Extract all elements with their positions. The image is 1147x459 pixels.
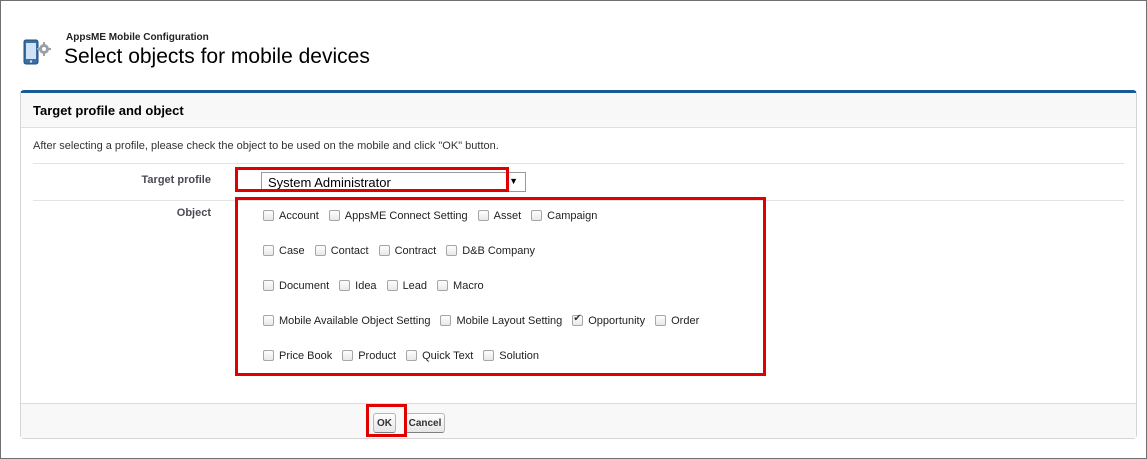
checkbox-icon[interactable] xyxy=(483,349,495,361)
object-row-4: Mobile Available Object Setting Mobile L… xyxy=(263,313,709,329)
checkbox-icon[interactable] xyxy=(386,279,398,291)
checkbox-icon[interactable] xyxy=(263,209,274,221)
checkbox-icon[interactable] xyxy=(328,209,340,221)
object-checkbox-campaign[interactable]: Campaign xyxy=(531,209,597,222)
mobile-device-icon xyxy=(23,39,51,65)
object-checkbox-lead[interactable]: Lead xyxy=(386,279,427,292)
object-checkbox-order[interactable]: Order xyxy=(655,314,699,327)
checkbox-icon[interactable] xyxy=(531,209,543,221)
checkbox-icon[interactable] xyxy=(342,349,354,361)
panel-title: Target profile and object xyxy=(33,103,184,118)
object-checkbox-quick-text[interactable]: Quick Text xyxy=(406,349,473,362)
object-checkbox-solution[interactable]: Solution xyxy=(483,349,539,362)
object-row-2: Case Contact Contract D&B Company xyxy=(263,243,545,259)
object-checkbox-asset[interactable]: Asset xyxy=(477,209,521,222)
target-profile-value: System Administrator xyxy=(268,175,391,190)
page-subtitle: AppsME Mobile Configuration xyxy=(66,32,209,43)
divider xyxy=(33,163,1124,164)
object-checkbox-macro[interactable]: Macro xyxy=(437,279,484,292)
object-checkbox-db-company[interactable]: D&B Company xyxy=(446,244,535,257)
object-row-1: Account AppsME Connect Setting Asset Cam… xyxy=(263,208,607,224)
checkbox-icon[interactable] xyxy=(263,349,274,361)
object-checkbox-contract[interactable]: Contract xyxy=(378,244,436,257)
object-label: Object xyxy=(176,207,211,219)
object-checkbox-contact[interactable]: Contact xyxy=(314,244,369,257)
checkbox-icon[interactable] xyxy=(263,314,274,326)
object-checkbox-opportunity[interactable]: Opportunity xyxy=(572,313,645,327)
object-checkbox-mobile-layout-setting[interactable]: Mobile Layout Setting xyxy=(440,314,562,327)
checkbox-icon[interactable] xyxy=(378,244,390,256)
checkbox-icon[interactable] xyxy=(440,314,452,326)
panel-header: Target profile and object xyxy=(21,93,1136,128)
checkbox-checked-icon[interactable] xyxy=(572,313,584,326)
panel-footer: OK Cancel xyxy=(21,403,1136,438)
object-checkbox-case[interactable]: Case xyxy=(263,244,305,257)
checkbox-icon[interactable] xyxy=(655,314,667,326)
checkbox-icon[interactable] xyxy=(437,279,449,291)
object-checkbox-product[interactable]: Product xyxy=(342,349,396,362)
target-profile-label: Target profile xyxy=(141,174,211,186)
instruction-text: After selecting a profile, please check … xyxy=(33,140,499,152)
object-checkbox-document[interactable]: Document xyxy=(263,279,329,292)
object-checkbox-mobile-available-object-setting[interactable]: Mobile Available Object Setting xyxy=(263,314,430,327)
checkbox-icon[interactable] xyxy=(263,244,274,256)
checkbox-icon[interactable] xyxy=(263,279,274,291)
checkbox-icon[interactable] xyxy=(477,209,489,221)
target-profile-panel: Target profile and object After selectin… xyxy=(20,90,1137,439)
object-checkbox-idea[interactable]: Idea xyxy=(339,279,377,292)
object-checkbox-appsme-connect-setting[interactable]: AppsME Connect Setting xyxy=(328,209,468,222)
page-title: Select objects for mobile devices xyxy=(64,45,370,68)
dropdown-arrow-icon: ▼ xyxy=(509,176,518,186)
checkbox-icon[interactable] xyxy=(406,349,418,361)
object-row-5: Price Book Product Quick Text Solution xyxy=(263,348,549,364)
object-checkbox-account[interactable]: Account xyxy=(263,209,319,222)
checkbox-icon[interactable] xyxy=(446,244,458,256)
object-checkbox-price-book[interactable]: Price Book xyxy=(263,349,332,362)
object-row-3: Document Idea Lead Macro xyxy=(263,278,494,294)
divider xyxy=(33,200,1124,201)
cancel-button[interactable]: Cancel xyxy=(405,413,445,433)
checkbox-icon[interactable] xyxy=(339,279,351,291)
target-profile-select[interactable]: System Administrator ▼ xyxy=(261,172,526,192)
ok-button[interactable]: OK xyxy=(373,413,396,433)
checkbox-icon[interactable] xyxy=(314,244,326,256)
panel-body: After selecting a profile, please check … xyxy=(21,128,1136,403)
